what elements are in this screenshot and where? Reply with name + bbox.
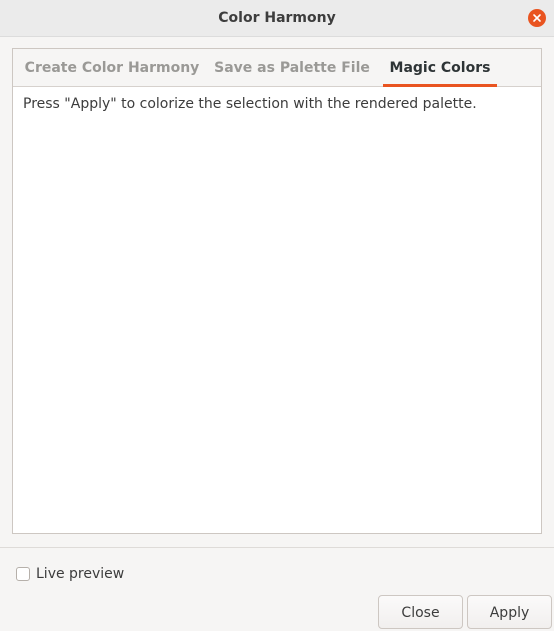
magic-colors-page: Press "Apply" to colorize the selection … (13, 87, 541, 533)
close-button[interactable]: Close (378, 595, 463, 629)
live-preview-checkbox[interactable] (16, 567, 30, 581)
tab-label: Create Color Harmony (24, 60, 200, 76)
window-close-button[interactable] (528, 9, 546, 27)
tab-save-as-palette-file[interactable]: Save as Palette File (211, 49, 373, 87)
close-icon (533, 14, 541, 22)
tab-create-color-harmony[interactable]: Create Color Harmony (22, 49, 202, 87)
window-title: Color Harmony (218, 10, 336, 26)
live-preview-label: Live preview (36, 566, 125, 582)
tab-label: Save as Palette File (214, 60, 370, 76)
apply-button[interactable]: Apply (467, 595, 552, 629)
tab-bar: Create Color Harmony Save as Palette Fil… (13, 49, 541, 87)
divider (0, 547, 554, 548)
tab-notebook: Create Color Harmony Save as Palette Fil… (12, 48, 542, 534)
live-preview-toggle[interactable]: Live preview (16, 565, 124, 583)
tab-magic-colors[interactable]: Magic Colors (383, 49, 497, 87)
title-bar: Color Harmony (0, 0, 554, 37)
color-harmony-dialog: Color Harmony Create Color Harmony Save … (0, 0, 554, 631)
tab-label: Magic Colors (389, 60, 491, 76)
instruction-text: Press "Apply" to colorize the selection … (23, 96, 477, 112)
